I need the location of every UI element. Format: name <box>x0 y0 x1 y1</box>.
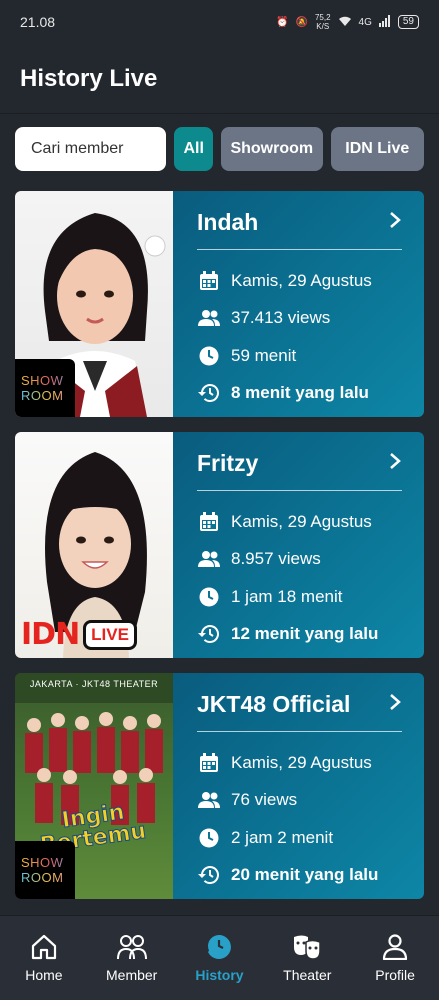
member-name: JKT48 Official <box>197 691 351 717</box>
clock-icon <box>197 828 221 848</box>
nav-profile[interactable]: Profile <box>355 933 435 983</box>
history-card[interactable]: SHOW ROOM Indah Kamis, 29 Agustus 37.413… <box>15 191 424 417</box>
app-bar: History Live <box>0 44 439 114</box>
battery-indicator: 59 <box>397 15 419 29</box>
nav-history[interactable]: History <box>179 934 259 983</box>
members-icon <box>116 934 147 963</box>
signal-icon <box>378 14 391 30</box>
calendar-icon <box>197 511 221 532</box>
showroom-badge: SHOW ROOM <box>15 841 75 899</box>
duration-row: 2 jam 2 menit <box>197 819 402 857</box>
filter-bar: Cari member All Showroom IDN Live <box>0 114 439 171</box>
views-row: 37.413 views <box>197 300 402 338</box>
calendar-icon <box>197 270 221 291</box>
ago-row: 12 menit yang lalu <box>197 616 402 654</box>
network-type: 4G <box>358 16 372 28</box>
ago-row: 8 menit yang lalu <box>197 375 402 413</box>
card-header: Indah <box>197 209 402 250</box>
card-header: JKT48 Official <box>197 691 402 732</box>
users-icon <box>197 792 221 809</box>
home-icon <box>30 934 58 963</box>
member-photo: IDN LIVE <box>15 432 173 658</box>
chevron-right-icon[interactable] <box>388 211 402 234</box>
card-info: JKT48 Official Kamis, 29 Agustus 76 view… <box>173 673 424 899</box>
history-card[interactable]: Ingin Bertemu JAKARTA · JKT48 THEATER SH… <box>15 673 424 899</box>
card-info: Indah Kamis, 29 Agustus 37.413 views 59 … <box>173 191 424 417</box>
chevron-right-icon[interactable] <box>388 452 402 475</box>
views-row: 76 views <box>197 782 402 820</box>
ago-row: 20 menit yang lalu <box>197 857 402 895</box>
filter-showroom-button[interactable]: Showroom <box>221 127 323 171</box>
nav-theater[interactable]: Theater <box>267 934 347 983</box>
search-input[interactable]: Cari member <box>15 127 167 171</box>
status-time: 21.08 <box>20 14 56 30</box>
users-icon <box>197 551 221 568</box>
history-icon <box>205 934 233 963</box>
calendar-icon <box>197 752 221 773</box>
status-icons: ⏰ 🔕 75,2 K/S 4G 59 <box>276 13 419 31</box>
network-speed: 75,2 K/S <box>314 13 331 31</box>
status-bar: 21.08 ⏰ 🔕 75,2 K/S 4G 59 <box>0 0 439 44</box>
history-icon <box>197 383 221 403</box>
nav-home[interactable]: Home <box>4 934 84 983</box>
date-row: Kamis, 29 Agustus <box>197 744 402 782</box>
filter-all-button[interactable]: All <box>174 127 214 171</box>
date-row: Kamis, 29 Agustus <box>197 503 402 541</box>
member-photo: SHOW ROOM <box>15 191 173 417</box>
showroom-badge: SHOW ROOM <box>15 359 75 417</box>
card-header: Fritzy <box>197 450 402 491</box>
bottom-nav: Home Member History Theater Profile <box>0 915 439 1000</box>
history-icon <box>197 865 221 885</box>
alarm-icon: ⏰ <box>276 16 289 28</box>
event-poster: Ingin Bertemu JAKARTA · JKT48 THEATER SH… <box>15 673 173 899</box>
theater-icon <box>292 934 322 963</box>
clock-icon <box>197 346 221 366</box>
poster-header: JAKARTA · JKT48 THEATER <box>29 679 159 689</box>
card-info: Fritzy Kamis, 29 Agustus 8.957 views 1 j… <box>173 432 424 658</box>
clock-icon <box>197 587 221 607</box>
history-icon <box>197 624 221 644</box>
chevron-right-icon[interactable] <box>388 693 402 716</box>
idn-live-badge: IDN LIVE <box>21 617 137 652</box>
users-icon <box>197 310 221 327</box>
filter-idn-button[interactable]: IDN Live <box>330 127 425 171</box>
duration-row: 1 jam 18 menit <box>197 578 402 616</box>
history-card[interactable]: IDN LIVE Fritzy Kamis, 29 Agustus 8.957 … <box>15 432 424 658</box>
views-row: 8.957 views <box>197 541 402 579</box>
nav-member[interactable]: Member <box>92 934 172 983</box>
member-name: Indah <box>197 209 259 235</box>
profile-icon <box>382 933 408 963</box>
mute-icon: 🔕 <box>295 16 308 28</box>
duration-row: 59 menit <box>197 337 402 375</box>
history-list: SHOW ROOM Indah Kamis, 29 Agustus 37.413… <box>0 171 439 899</box>
member-name: Fritzy <box>197 450 259 476</box>
date-row: Kamis, 29 Agustus <box>197 262 402 300</box>
wifi-icon <box>338 15 352 30</box>
page-title: History Live <box>20 64 158 92</box>
